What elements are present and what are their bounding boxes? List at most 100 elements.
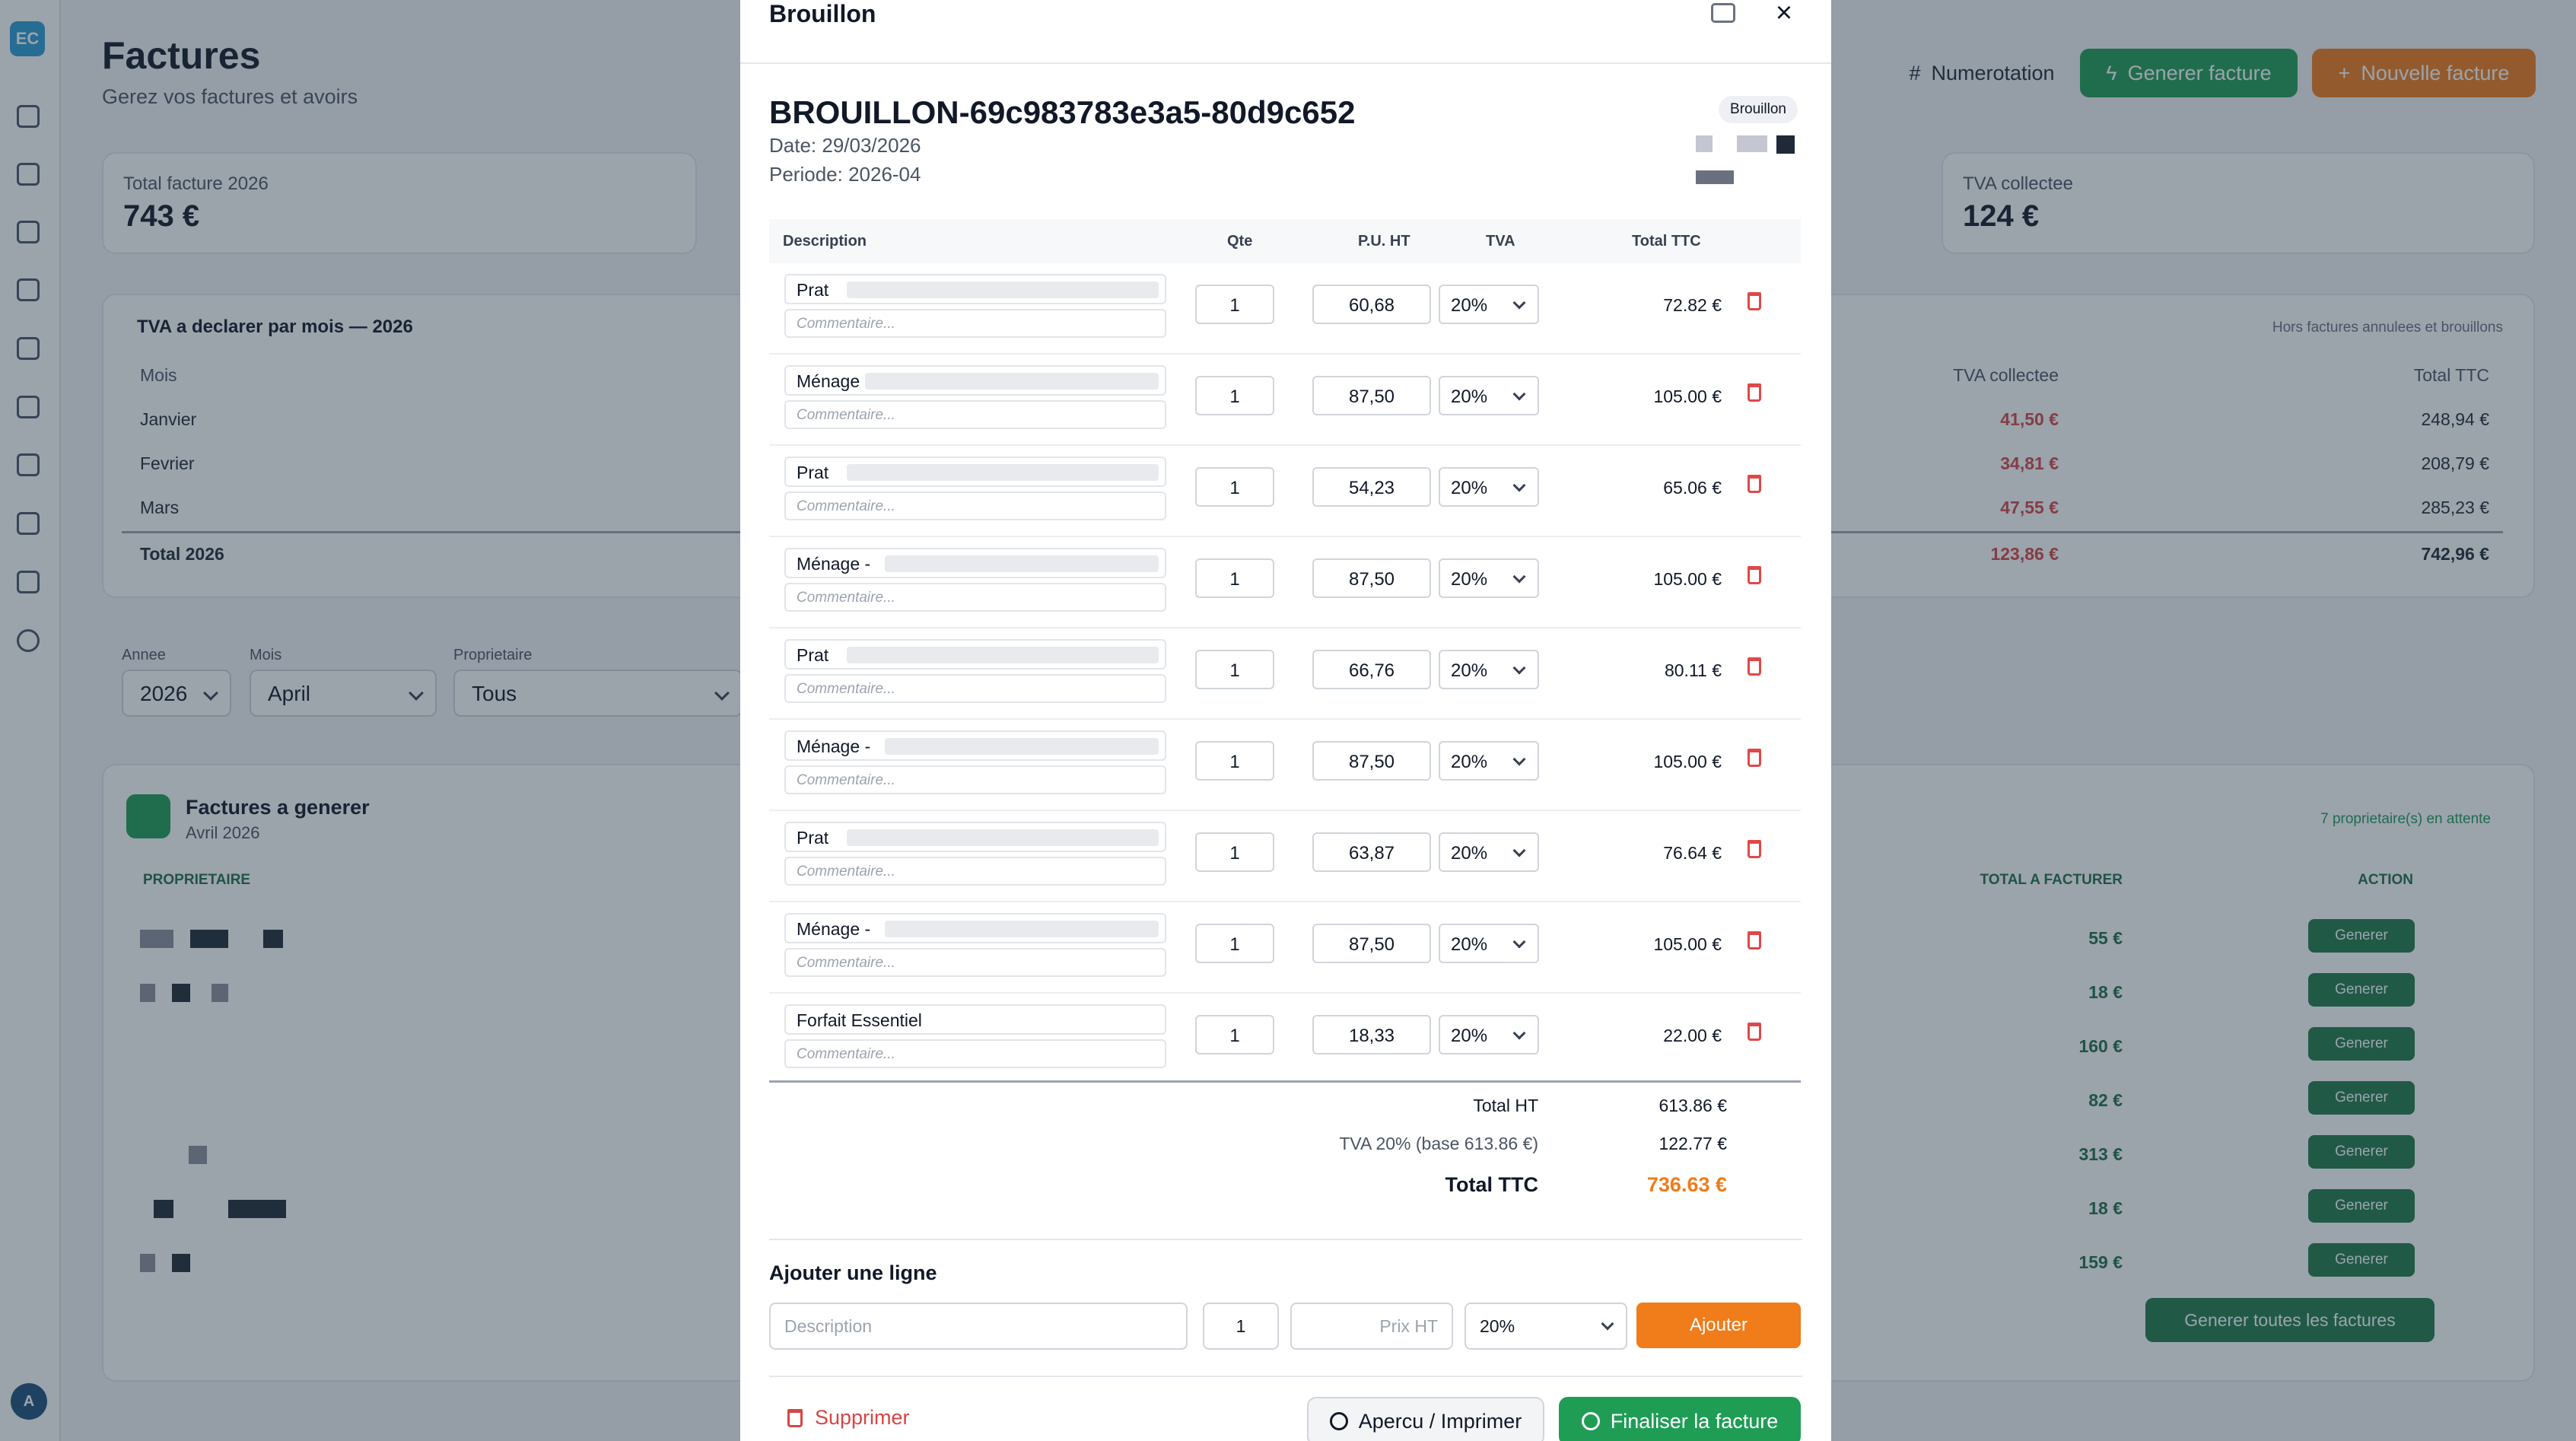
close-icon[interactable]: × <box>1770 0 1798 27</box>
preview-print-button[interactable]: Apercu / Imprimer <box>1307 1397 1544 1441</box>
status-badge: Brouillon <box>1719 96 1798 123</box>
preview-label: Apercu / Imprimer <box>1358 1409 1522 1433</box>
line-qty-input[interactable]: 1 <box>1195 741 1274 781</box>
tva-total-label: TVA 20% (base 613.86 €) <box>1339 1134 1538 1153</box>
line-price-input[interactable]: 87,50 <box>1312 924 1431 963</box>
trash-icon[interactable] <box>1748 475 1761 493</box>
line-total: 105.00 € <box>1653 569 1722 589</box>
line-qty-input[interactable]: 1 <box>1195 376 1274 415</box>
trash-icon <box>787 1408 803 1427</box>
line-comment-input[interactable]: Commentaire... <box>784 674 1166 703</box>
eye-icon <box>1329 1412 1348 1430</box>
new-line-description-input[interactable]: Description <box>769 1303 1188 1350</box>
line-description-input[interactable]: Ménage - <box>784 913 1166 943</box>
line-qty-input[interactable]: 1 <box>1195 1015 1274 1055</box>
total-ttc-value: 736.63 € <box>1646 1173 1727 1196</box>
invoice-line: Prat Commentaire... 1 54,23 20% 65.06 € <box>769 446 1801 537</box>
line-price-input[interactable]: 18,33 <box>1312 1015 1431 1055</box>
line-tva-value: 20% <box>1451 1026 1488 1046</box>
new-line-tva-select[interactable]: 20% <box>1465 1303 1627 1350</box>
trash-icon[interactable] <box>1748 292 1761 310</box>
line-description-input[interactable]: Ménage - <box>784 730 1166 761</box>
line-description: Prat <box>797 280 829 300</box>
chevron-down-icon <box>1512 296 1526 310</box>
line-description: Ménage - <box>797 919 871 939</box>
chevron-down-icon <box>1512 935 1526 949</box>
col-pu: P.U. HT <box>1358 233 1410 250</box>
line-description-input[interactable]: Prat <box>784 639 1166 670</box>
line-tva-select[interactable]: 20% <box>1439 558 1539 598</box>
line-description: Ménage - <box>797 554 871 574</box>
line-tva-value: 20% <box>1451 843 1488 864</box>
chevron-down-icon <box>1512 387 1526 401</box>
line-qty-input[interactable]: 1 <box>1195 924 1274 963</box>
line-tva-select[interactable]: 20% <box>1439 1015 1539 1055</box>
trash-icon[interactable] <box>1748 840 1761 858</box>
delete-label: Supprimer <box>815 1406 910 1429</box>
line-description: Forfait Essentiel <box>797 1010 922 1030</box>
line-tva-select[interactable]: 20% <box>1439 832 1539 872</box>
line-tva-select[interactable]: 20% <box>1439 650 1539 689</box>
new-line-tva-value: 20% <box>1480 1316 1515 1336</box>
qr-code <box>1776 135 1795 154</box>
line-qty-input[interactable]: 1 <box>1195 467 1274 507</box>
line-qty-input[interactable]: 1 <box>1195 285 1274 324</box>
line-description-input[interactable]: Ménage <box>784 365 1166 396</box>
line-price-input[interactable]: 87,50 <box>1312 741 1431 781</box>
tva-total-value: 122.77 € <box>1658 1134 1727 1153</box>
line-description-input[interactable]: Prat <box>784 822 1166 852</box>
line-comment-input[interactable]: Commentaire... <box>784 400 1166 429</box>
line-description: Ménage <box>797 371 860 391</box>
new-line-qty-input[interactable]: 1 <box>1203 1303 1279 1350</box>
chevron-down-icon <box>1512 661 1526 675</box>
line-tva-select[interactable]: 20% <box>1439 285 1539 324</box>
line-total: 105.00 € <box>1653 752 1722 771</box>
trash-icon[interactable] <box>1748 566 1761 584</box>
trash-icon[interactable] <box>1748 1023 1761 1041</box>
line-comment-input[interactable]: Commentaire... <box>784 1039 1166 1068</box>
finalize-invoice-button[interactable]: Finaliser la facture <box>1559 1397 1801 1441</box>
print-icon[interactable] <box>1711 3 1735 23</box>
trash-icon[interactable] <box>1748 657 1761 676</box>
line-price-input[interactable]: 60,68 <box>1312 285 1431 324</box>
line-comment-input[interactable]: Commentaire... <box>784 857 1166 886</box>
line-tva-select[interactable]: 20% <box>1439 924 1539 963</box>
redacted-text <box>885 555 1159 572</box>
line-qty-input[interactable]: 1 <box>1195 832 1274 872</box>
line-total: 22.00 € <box>1663 1026 1722 1045</box>
line-description: Prat <box>797 645 829 665</box>
invoice-date: Date: 29/03/2026 <box>769 134 921 157</box>
line-description-input[interactable]: Prat <box>784 274 1166 304</box>
line-comment-input[interactable]: Commentaire... <box>784 309 1166 338</box>
redacted-text <box>847 282 1159 298</box>
line-tva-select[interactable]: 20% <box>1439 376 1539 415</box>
new-line-price-input[interactable]: Prix HT <box>1290 1303 1453 1350</box>
line-tva-select[interactable]: 20% <box>1439 741 1539 781</box>
line-comment-input[interactable]: Commentaire... <box>784 491 1166 520</box>
redacted-text <box>847 464 1159 481</box>
trash-icon[interactable] <box>1748 749 1761 767</box>
line-description-input[interactable]: Prat <box>784 456 1166 487</box>
line-price-input[interactable]: 63,87 <box>1312 832 1431 872</box>
line-price-input[interactable]: 54,23 <box>1312 467 1431 507</box>
line-comment-input[interactable]: Commentaire... <box>784 583 1166 612</box>
line-comment-input[interactable]: Commentaire... <box>784 765 1166 794</box>
delete-draft-button[interactable]: Supprimer <box>787 1406 910 1430</box>
trash-icon[interactable] <box>1748 383 1761 402</box>
line-comment-input[interactable]: Commentaire... <box>784 948 1166 977</box>
trash-icon[interactable] <box>1748 931 1761 950</box>
redacted-text <box>847 647 1159 663</box>
line-price-input[interactable]: 66,76 <box>1312 650 1431 689</box>
line-tva-select[interactable]: 20% <box>1439 467 1539 507</box>
line-tva-value: 20% <box>1451 295 1488 316</box>
line-qty-input[interactable]: 1 <box>1195 558 1274 598</box>
add-line-button[interactable]: Ajouter <box>1636 1303 1801 1348</box>
line-price-input[interactable]: 87,50 <box>1312 558 1431 598</box>
line-description-input[interactable]: Ménage - <box>784 548 1166 578</box>
line-tva-value: 20% <box>1451 660 1488 681</box>
invoice-period: Periode: 2026-04 <box>769 163 921 186</box>
line-qty-input[interactable]: 1 <box>1195 650 1274 689</box>
invoice-number: BROUILLON-69c983783e3a5-80d9c652 <box>769 94 1356 130</box>
line-description-input[interactable]: Forfait Essentiel <box>784 1004 1166 1035</box>
line-price-input[interactable]: 87,50 <box>1312 376 1431 415</box>
